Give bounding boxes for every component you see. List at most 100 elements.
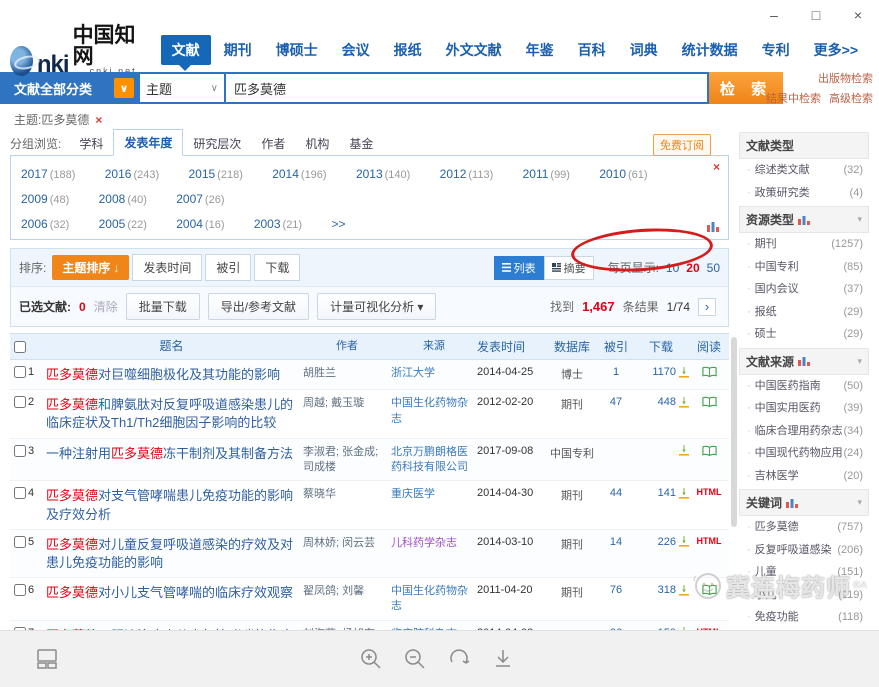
year-2005[interactable]: 2005(22) bbox=[99, 212, 147, 237]
download-icon[interactable] bbox=[679, 367, 689, 378]
group-tab-subject[interactable]: 学科 bbox=[69, 131, 113, 156]
article-authors[interactable]: 周林娇; 闵云芸 bbox=[303, 536, 391, 551]
scrollbar-thumb[interactable] bbox=[731, 337, 737, 527]
year-2014[interactable]: 2014(196) bbox=[272, 162, 326, 187]
read-html-link[interactable]: HTML bbox=[697, 487, 722, 497]
article-title-link[interactable]: 匹多莫德对小儿支气管哮喘的临床疗效观察 bbox=[46, 585, 293, 600]
nav-tab-more[interactable]: 更多>> bbox=[803, 35, 869, 65]
read-book-icon[interactable] bbox=[702, 396, 717, 408]
year-2012[interactable]: 2012(113) bbox=[440, 162, 494, 187]
article-source-link[interactable]: 中国生化药物杂志 bbox=[391, 584, 477, 615]
facet-item[interactable]: ·综述类文献(32) bbox=[739, 159, 869, 182]
sort-by-cited-button[interactable]: 被引 bbox=[205, 254, 251, 281]
zoom-in-icon[interactable] bbox=[360, 648, 382, 670]
rotate-icon[interactable] bbox=[448, 648, 470, 670]
group-tab-level[interactable]: 研究层次 bbox=[183, 131, 251, 156]
advanced-search-link[interactable]: 高级检索 bbox=[829, 90, 873, 106]
article-cited-count[interactable]: 76 bbox=[599, 584, 633, 596]
facet-item[interactable]: ·吉林医学(20) bbox=[739, 465, 869, 488]
facet-item[interactable]: ·免疫功能(118) bbox=[739, 606, 869, 629]
bar-chart-icon[interactable] bbox=[786, 498, 798, 508]
article-title-link[interactable]: 匹多莫德对支气管哮喘患儿免疫功能的影响及疗效分析 bbox=[46, 488, 293, 521]
article-authors[interactable]: 翟凤鸽; 刘馨 bbox=[303, 584, 391, 599]
nav-tab-foreign[interactable]: 外文文献 bbox=[435, 35, 513, 65]
facet-item[interactable]: ·期刊(1257) bbox=[739, 233, 869, 256]
per-page-50[interactable]: 50 bbox=[707, 261, 720, 275]
article-source-link[interactable]: 儿科药学杂志 bbox=[391, 536, 477, 551]
year-2015[interactable]: 2015(218) bbox=[188, 162, 242, 187]
search-field-select[interactable]: 主题 ∨ bbox=[138, 72, 224, 104]
year-2013[interactable]: 2013(140) bbox=[356, 162, 410, 187]
article-authors[interactable]: 蔡晓华 bbox=[303, 487, 391, 502]
close-button[interactable]: × bbox=[837, 1, 879, 29]
nav-tab-literature[interactable]: 文献 bbox=[161, 35, 211, 65]
year-2004[interactable]: 2004(16) bbox=[176, 212, 224, 237]
panel-close-icon[interactable]: × bbox=[713, 160, 720, 174]
year-2008[interactable]: 2008(40) bbox=[99, 187, 147, 212]
year-2003[interactable]: 2003(21) bbox=[254, 212, 302, 237]
sort-by-topic-button[interactable]: 主题排序 ↓ bbox=[52, 255, 129, 280]
article-title-link[interactable]: 匹多莫德和脾氨肽对反复呼吸道感染患儿的临床症状及Th1/Th2细胞因子影响的比较 bbox=[46, 397, 293, 430]
facet-item[interactable]: ·中国医药指南(50) bbox=[739, 375, 869, 398]
sort-by-download-button[interactable]: 下载 bbox=[254, 254, 300, 281]
search-in-results-link[interactable]: 结果中检索 bbox=[766, 90, 821, 106]
filter-tag-close-icon[interactable]: × bbox=[95, 113, 102, 127]
nav-tab-encyclopedia[interactable]: 百科 bbox=[567, 35, 617, 65]
facet-item[interactable]: ·临床合理用药杂志(34) bbox=[739, 420, 869, 443]
select-all-checkbox[interactable] bbox=[14, 341, 26, 353]
export-reference-button[interactable]: 导出/参考文献 bbox=[208, 293, 309, 320]
nav-tab-thesis[interactable]: 博硕士 bbox=[265, 35, 329, 65]
row-checkbox[interactable] bbox=[14, 487, 26, 499]
year-2011[interactable]: 2011(99) bbox=[523, 162, 570, 187]
display-panel-icon[interactable] bbox=[36, 649, 58, 669]
zoom-out-icon[interactable] bbox=[404, 648, 426, 670]
collapse-chevron-icon[interactable]: ▾ bbox=[857, 497, 862, 508]
year-2017[interactable]: 2017(188) bbox=[21, 162, 75, 187]
article-cited-count[interactable]: 47 bbox=[599, 396, 633, 408]
visual-analysis-button[interactable]: 计量可视化分析 ▾ bbox=[317, 293, 436, 320]
nav-tab-conference[interactable]: 会议 bbox=[331, 35, 381, 65]
category-dropdown[interactable]: 文献全部分类 ∨ bbox=[0, 72, 138, 104]
facet-item[interactable]: ·反复呼吸道感染(206) bbox=[739, 539, 869, 562]
facet-item[interactable]: ·政策研究类(4) bbox=[739, 182, 869, 205]
nav-tab-dictionary[interactable]: 词典 bbox=[619, 35, 669, 65]
year-more-link[interactable]: >> bbox=[331, 217, 345, 231]
read-html-link[interactable]: HTML bbox=[697, 536, 722, 546]
article-title-link[interactable]: 一种注射用匹多莫德冻干制剂及其制备方法 bbox=[46, 446, 293, 461]
view-list-button[interactable]: 列表 bbox=[494, 256, 544, 280]
year-2009[interactable]: 2009(48) bbox=[21, 187, 69, 212]
article-source-link[interactable]: 浙江大学 bbox=[391, 366, 477, 381]
group-tab-author[interactable]: 作者 bbox=[251, 131, 295, 156]
read-book-icon[interactable] bbox=[702, 366, 717, 378]
download-file-icon[interactable] bbox=[492, 648, 514, 670]
next-page-button[interactable]: › bbox=[698, 298, 716, 316]
per-page-20[interactable]: 20 bbox=[686, 261, 699, 275]
article-authors[interactable]: 周越; 戴玉璇 bbox=[303, 396, 391, 411]
article-cited-count[interactable]: 1 bbox=[599, 366, 633, 378]
facet-item[interactable]: ·硕士(29) bbox=[739, 323, 869, 346]
article-source-link[interactable]: 重庆医学 bbox=[391, 487, 477, 502]
download-icon[interactable] bbox=[679, 488, 689, 499]
nav-tab-newspaper[interactable]: 报纸 bbox=[383, 35, 433, 65]
sort-by-date-button[interactable]: 发表时间 bbox=[132, 254, 202, 281]
batch-download-button[interactable]: 批量下载 bbox=[126, 293, 200, 320]
article-cited-count[interactable]: 14 bbox=[599, 536, 633, 548]
facet-item[interactable]: ·匹多莫德(757) bbox=[739, 516, 869, 539]
facet-item[interactable]: ·报纸(29) bbox=[739, 301, 869, 324]
year-2016[interactable]: 2016(243) bbox=[105, 162, 159, 187]
facet-item[interactable]: ·小儿(119) bbox=[739, 584, 869, 607]
facet-item[interactable]: ·中国实用医药(39) bbox=[739, 397, 869, 420]
row-checkbox[interactable] bbox=[14, 366, 26, 378]
facet-item[interactable]: ·中国现代药物应用(24) bbox=[739, 442, 869, 465]
bar-chart-icon[interactable] bbox=[798, 356, 810, 366]
row-checkbox[interactable] bbox=[14, 584, 26, 596]
year-2010[interactable]: 2010(61) bbox=[599, 162, 647, 187]
facet-item[interactable]: ·儿童(151) bbox=[739, 561, 869, 584]
article-title-link[interactable]: 匹多莫德对儿童反复呼吸道感染的疗效及对患儿免疫功能的影响 bbox=[46, 537, 293, 570]
free-subscribe-button[interactable]: 免费订阅 bbox=[653, 134, 711, 156]
clear-selection-link[interactable]: 清除 bbox=[94, 298, 118, 315]
year-2007[interactable]: 2007(26) bbox=[176, 187, 224, 212]
nav-tab-statistics[interactable]: 统计数据 bbox=[671, 35, 749, 65]
download-icon[interactable] bbox=[679, 536, 689, 547]
year-2006[interactable]: 2006(32) bbox=[21, 212, 69, 237]
